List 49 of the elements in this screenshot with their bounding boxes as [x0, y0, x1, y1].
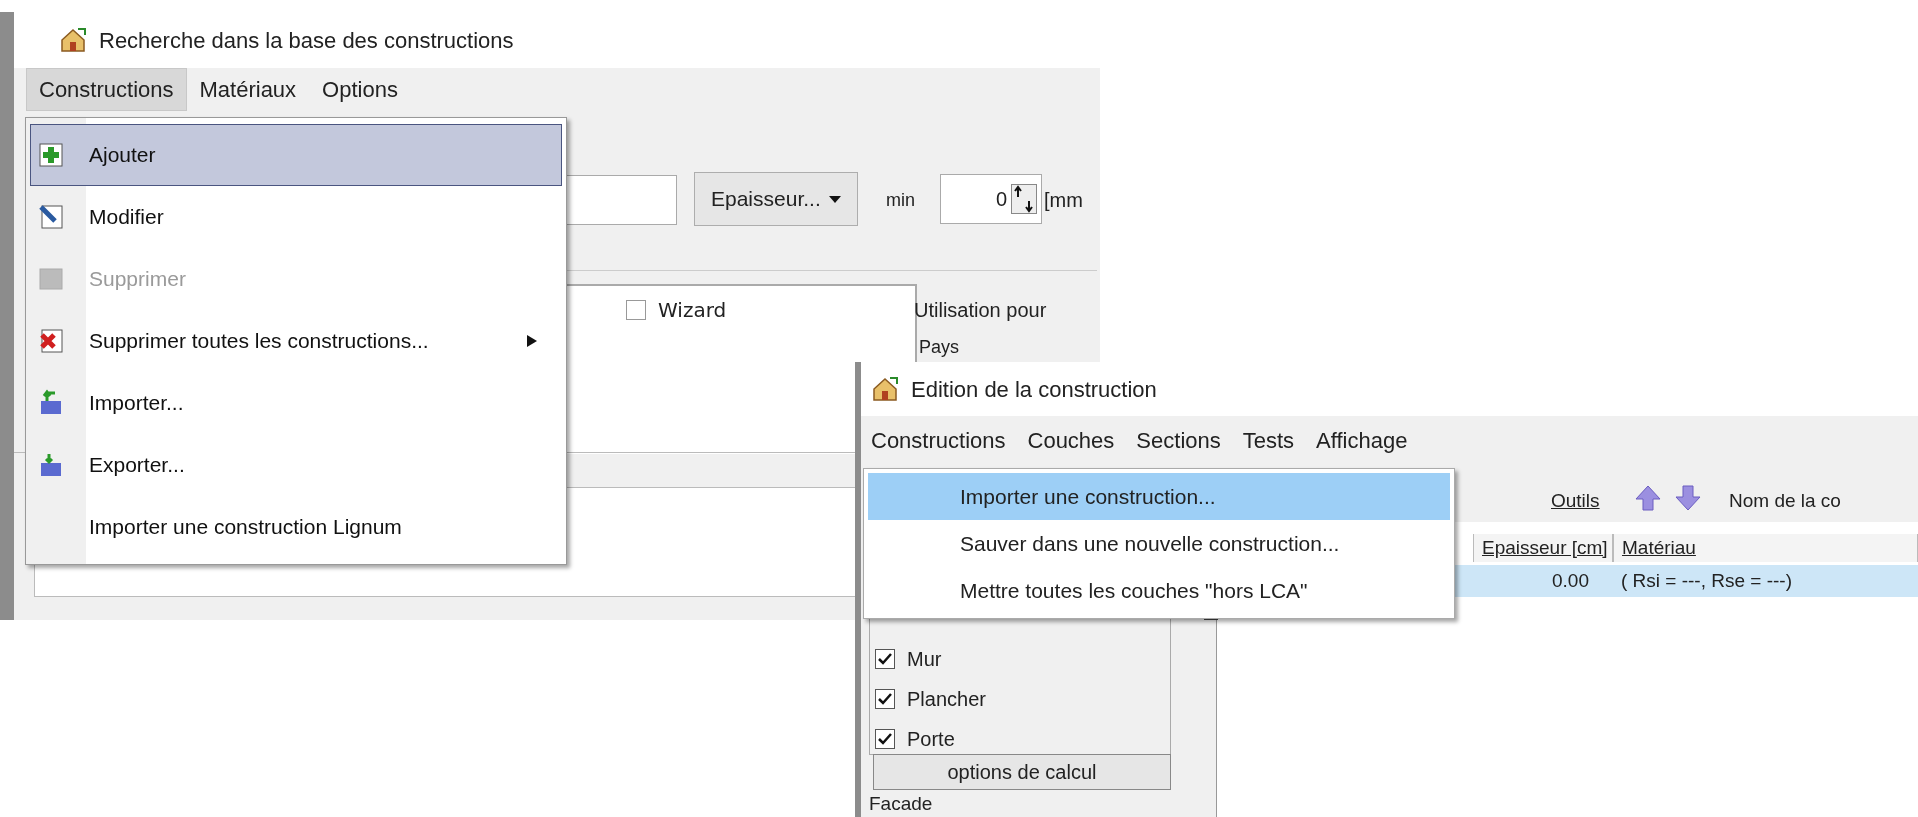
table-cell-text: ( Rsi = ---, Rse = ---)	[1620, 568, 1793, 593]
wizard-checkbox[interactable]	[626, 300, 646, 320]
facade-label: Facade	[869, 794, 933, 813]
min-spin-field[interactable]: 0	[940, 174, 1042, 224]
down-arrow-icon[interactable]	[1674, 484, 1702, 512]
house-icon	[871, 376, 899, 402]
wizard-label: Wizard	[658, 297, 727, 324]
construction-name-label: Nom de la co	[1729, 489, 1841, 513]
table-cell-text: 0.00	[1551, 568, 1590, 593]
menu-item[interactable]: Exporter...	[30, 434, 562, 496]
menu-item[interactable]: Matériaux	[186, 67, 310, 111]
checkbox-label: Mur	[907, 647, 942, 672]
usage-label: Utilisation pour	[914, 298, 1047, 323]
menu-item[interactable]: Supprimer toutes les constructions...	[30, 310, 562, 372]
menu-item[interactable]: Options	[309, 67, 411, 111]
tools-menu[interactable]: Outils	[1551, 487, 1600, 516]
up-arrow-icon[interactable]	[1634, 484, 1662, 512]
calc-options-button[interactable]: options de calcul	[873, 754, 1171, 790]
checkbox[interactable]	[875, 729, 895, 749]
checkbox-label: Plancher	[907, 687, 986, 712]
thickness-dropdown-button[interactable]: Epaisseur...	[694, 172, 858, 226]
min-label: min	[886, 189, 915, 212]
column-header[interactable]: Epaisseur [cm]	[1473, 534, 1613, 562]
column-header[interactable]: Matériau	[1613, 534, 1918, 562]
house-icon	[59, 27, 87, 53]
unit-label: [mm	[1044, 188, 1083, 213]
country-label: Pays	[919, 338, 960, 356]
checkbox[interactable]	[875, 689, 895, 709]
menu-item[interactable]: Couches	[1027, 423, 1115, 457]
menu-item[interactable]: Ajouter	[30, 124, 562, 186]
menu-item[interactable]: Constructions	[26, 67, 187, 111]
cross-icon	[37, 327, 65, 355]
menu-item[interactable]: Tests	[1242, 423, 1295, 457]
plus-icon	[37, 141, 65, 169]
menu-item[interactable]: Importer...	[30, 372, 562, 434]
window-title: Edition de la construction	[911, 375, 1157, 404]
menu-item[interactable]: Sauver dans une nouvelle construction...	[868, 520, 1450, 567]
window-title: Recherche dans la base des constructions	[99, 26, 514, 55]
checkbox-label: Porte	[907, 727, 955, 752]
menu-item[interactable]: Importer une construction Lignum	[30, 496, 562, 558]
menu-item[interactable]: Sections	[1136, 423, 1221, 457]
menu-item[interactable]: Importer une construction...	[868, 473, 1450, 520]
caret-icon	[828, 195, 841, 203]
search-field[interactable]	[567, 175, 677, 225]
menu-item[interactable]: Affichage	[1316, 423, 1408, 457]
menu-item[interactable]: Constructions	[871, 423, 1006, 457]
checkbox[interactable]	[875, 649, 895, 669]
menu-item[interactable]: Modifier	[30, 186, 562, 248]
spinner-arrows-icon[interactable]	[1011, 184, 1037, 214]
